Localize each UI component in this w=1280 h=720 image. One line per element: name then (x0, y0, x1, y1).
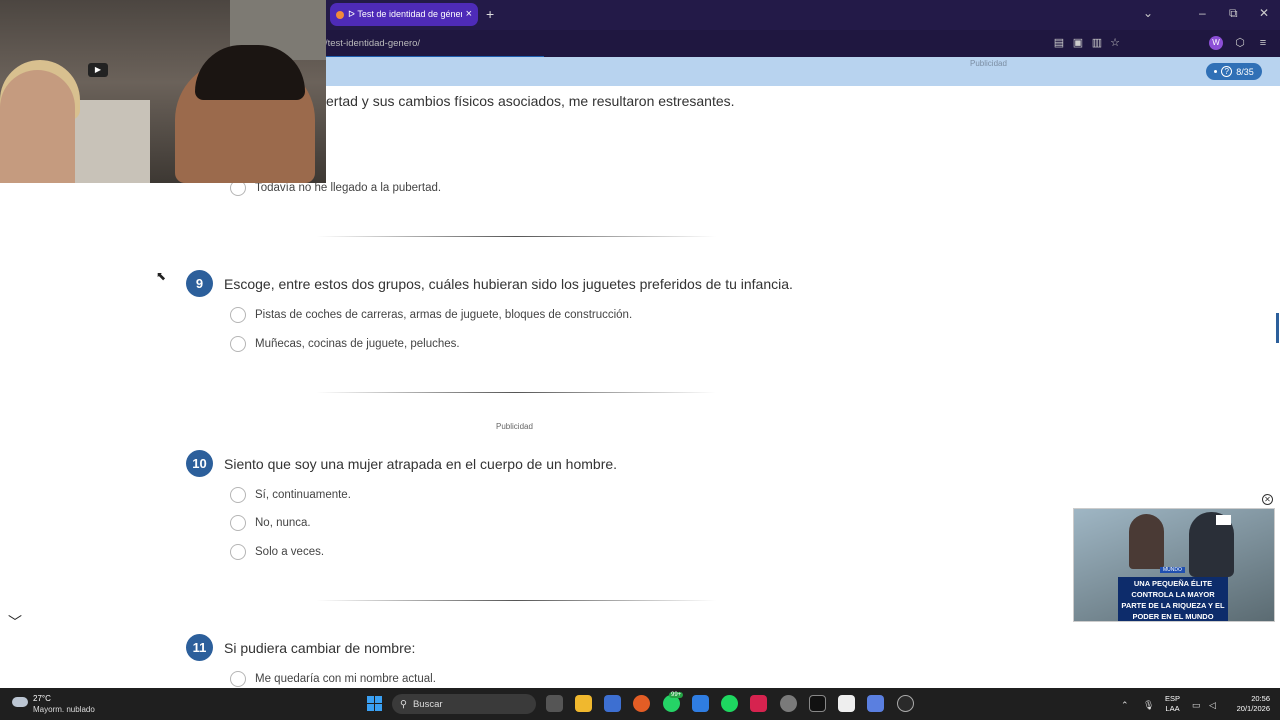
radio-button[interactable] (230, 515, 246, 531)
question-number: 9 (186, 270, 213, 297)
taskbar-search[interactable]: ⚲ Buscar (392, 694, 536, 714)
language-layout: LAA (1165, 704, 1180, 713)
option-item[interactable]: Muñecas, cocinas de juguete, peluches. (230, 336, 460, 352)
option-item[interactable]: Pistas de coches de carreras, armas de j… (230, 307, 632, 323)
top-ad-banner[interactable] (326, 57, 1280, 86)
app-icon[interactable] (809, 695, 826, 712)
url-text[interactable]: /test-identidad-genero/ (325, 38, 420, 49)
question-divider (316, 236, 716, 237)
progress-indicator[interactable]: ? 8/35 (1206, 63, 1262, 80)
chevron-down-icon[interactable]: ﹀ (8, 612, 22, 632)
menu-icon[interactable]: ≡ (1255, 35, 1271, 51)
store-icon[interactable] (604, 695, 621, 712)
ad-label-top: Publicidad (970, 59, 1007, 68)
progress-dot-icon (1214, 70, 1218, 73)
option-item[interactable]: Me quedaría con mi nombre actual. (230, 671, 436, 687)
ad-tag: MUNDO (1160, 567, 1185, 573)
clock-time: 20:56 (1251, 694, 1270, 703)
question-number: 11 (186, 634, 213, 661)
weather-temperature[interactable]: 27°C (33, 694, 51, 703)
question-divider (316, 600, 716, 601)
ad-headline: UNA PEQUEÑA ÉLITE CONTROLA LA MAYOR PART… (1118, 577, 1228, 621)
question-text: Escoge, entre estos dos grupos, cuáles h… (224, 276, 793, 292)
webcam-overlay: ▶ (0, 0, 326, 183)
floating-video-ad[interactable]: MUNDO UNA PEQUEÑA ÉLITE CONTROLA LA MAYO… (1073, 508, 1275, 622)
tabs-menu-icon[interactable]: ⌄ (1143, 6, 1153, 20)
option-item[interactable]: Solo a veces. (230, 544, 324, 560)
volume-icon[interactable]: ◁ (1209, 700, 1216, 711)
extensions-icon[interactable]: ⬡ (1232, 35, 1248, 51)
ad-logo-icon (1216, 515, 1231, 525)
clock[interactable]: 20:56 20/1/2026 (1228, 694, 1270, 714)
chrome-icon[interactable] (780, 695, 797, 712)
save-icon[interactable]: ▥ (1089, 35, 1105, 51)
option-label: Me quedaría con mi nombre actual. (255, 673, 436, 685)
bookmark-star-icon[interactable]: ☆ (1107, 35, 1123, 51)
firefox-icon[interactable] (633, 695, 650, 712)
language-code: ESP (1165, 694, 1181, 703)
tab-favicon-icon (336, 10, 344, 19)
task-view-icon[interactable] (546, 695, 563, 712)
question-text: Siento que soy una mujer atrapada en el … (224, 456, 618, 472)
radio-button[interactable] (230, 671, 246, 687)
chatgpt-icon[interactable] (897, 695, 914, 712)
search-label: Buscar (412, 698, 443, 710)
close-window-button[interactable]: ✕ (1259, 6, 1269, 20)
cam-person-left (0, 70, 75, 183)
question-number: 10 (186, 450, 213, 477)
option-item[interactable]: No, nunca. (230, 515, 311, 531)
previous-question-text: ertad y sus cambios físicos asociados, m… (326, 93, 735, 109)
clock-date: 20/1/2026 (1236, 704, 1270, 713)
progress-text: 8/35 (1236, 66, 1254, 77)
ad-label-mid: Publicidad (496, 422, 533, 431)
help-icon: ? (1221, 66, 1233, 77)
radio-button[interactable] (230, 336, 246, 352)
option-label: Todavía no he llegado a la pubertad. (255, 182, 442, 194)
network-icon[interactable]: ▭ (1192, 700, 1201, 711)
ad-person (1129, 514, 1164, 569)
search-icon: ⚲ (400, 698, 407, 710)
radio-button[interactable] (230, 487, 246, 503)
new-tab-button[interactable]: + (486, 6, 494, 22)
restore-button[interactable]: ⧉ (1229, 6, 1238, 21)
question-text: Si pudiera cambiar de nombre: (224, 640, 416, 656)
tab-active[interactable]: ᐅ Test de identidad de género × (330, 3, 478, 26)
ad-close-icon[interactable]: ✕ (1262, 494, 1273, 505)
capcut-icon[interactable] (838, 695, 855, 712)
option-label: Pistas de coches de carreras, armas de j… (255, 309, 633, 321)
start-windows-icon[interactable] (367, 696, 382, 711)
question-11: 11 Si pudiera cambiar de nombre: Me qued… (186, 634, 886, 688)
profile-avatar[interactable]: W (1209, 36, 1223, 50)
minimize-button[interactable]: – (1199, 6, 1206, 20)
question-divider (316, 392, 716, 393)
option-item[interactable]: Sí, continuamente. (230, 487, 351, 503)
radio-button[interactable] (230, 307, 246, 323)
weather-cloud-icon[interactable] (12, 697, 28, 707)
tab-title: ᐅ Test de identidad de género (348, 9, 462, 19)
weather-description[interactable]: Mayorm. nublado (33, 705, 95, 714)
language-indicator[interactable]: ESP LAA (1165, 694, 1180, 714)
scroll-indicator[interactable] (1276, 313, 1279, 343)
option-label: Solo a veces. (255, 546, 325, 558)
option-label: Muñecas, cocinas de juguete, peluches. (255, 338, 460, 350)
mouse-cursor-icon: ⬉ (156, 269, 167, 283)
tray-chevron-icon[interactable]: ⌃ (1121, 700, 1129, 711)
spotify-icon[interactable] (721, 695, 738, 712)
option-label: Sí, continuamente. (255, 489, 351, 501)
radio-button[interactable] (230, 544, 246, 560)
mail-icon[interactable] (692, 695, 709, 712)
tab-close-icon[interactable]: × (466, 9, 472, 20)
whatsapp-badge: 99+ (669, 692, 684, 698)
screenshot-icon[interactable]: ▣ (1070, 35, 1086, 51)
question-9: 9 Escoge, entre estos dos grupos, cuáles… (186, 270, 886, 360)
reader-icon[interactable]: ▤ (1051, 35, 1067, 51)
youtube-play-icon: ▶ (88, 63, 108, 77)
gemini-icon[interactable] (867, 695, 884, 712)
tiktok-icon[interactable] (750, 695, 767, 712)
microphone-icon[interactable]: 🎙 (1143, 700, 1154, 711)
option-label: No, nunca. (255, 517, 311, 529)
question-10: 10 Siento que soy una mujer atrapada en … (186, 450, 886, 570)
file-explorer-icon[interactable] (575, 695, 592, 712)
